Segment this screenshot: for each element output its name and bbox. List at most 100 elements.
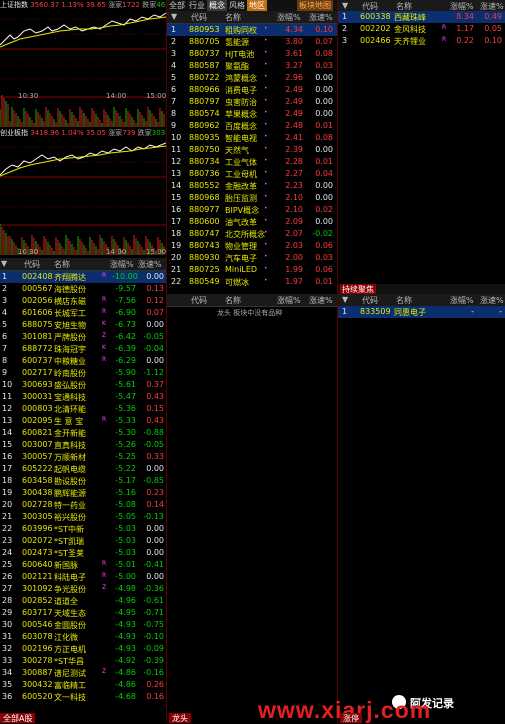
bottom-tab-leader[interactable]: 龙头 (169, 713, 191, 723)
table-row[interactable]: 18 880747 北交所概念 • 2.07 -0.02 (167, 228, 337, 240)
sector-col-code[interactable]: 代码 (191, 12, 207, 23)
table-row[interactable]: 4 601606 长城军工 R -6.90 0.07 (0, 307, 166, 319)
table-row[interactable]: 21 880725 MiniLED • 1.99 0.06 (167, 264, 337, 276)
leader-col-name[interactable]: 名称 (225, 295, 241, 306)
focus-col-name[interactable]: 名称 (396, 295, 412, 306)
tab-all[interactable]: 全部 (167, 0, 187, 11)
table-row[interactable]: 7 880797 虫害防治 • 2.49 0.00 (167, 96, 337, 108)
divider-2[interactable] (337, 0, 338, 723)
table-row[interactable]: 15 003007 直真科技 -5.26 -0.05 (0, 439, 166, 451)
table-row[interactable]: 11 300031 宝通科技 -5.47 0.43 (0, 391, 166, 403)
sector-panel[interactable]: 全部 行业 概念 风格 地区 板块地图 ▼ 代码 名称 涨幅% 涨速% 1 880… (167, 0, 337, 294)
table-row[interactable]: 22 880549 可燃冰 • 1.97 0.01 (167, 276, 337, 288)
divider-1[interactable] (166, 0, 167, 723)
table-row[interactable]: 10 300693 盛弘股份 -5.61 0.37 (0, 379, 166, 391)
bottom-tab-limit-up[interactable]: 涨停 (340, 713, 362, 723)
table-row[interactable]: 22 603996 *ST中新 -5.03 0.00 (0, 523, 166, 535)
index-chart-2[interactable]: 创业板指 3418.96 1.04% 35.05 涨家739 跌家303 10:… (0, 128, 166, 256)
table-row[interactable]: 13 002095 生 意 宝 R -5.33 0.43 (0, 415, 166, 427)
col-speed[interactable]: 涨速% (138, 259, 162, 270)
col-code[interactable]: 代码 (24, 259, 40, 270)
table-row[interactable]: 3 002466 天齐锂业 R 0.22 0.10 (338, 35, 505, 47)
sector-col-name[interactable]: 名称 (225, 12, 241, 23)
table-row[interactable]: 9 002717 岭南股份 -5.90 -1.12 (0, 367, 166, 379)
table-row[interactable]: 12 000803 北清环能 -5.36 0.15 (0, 403, 166, 415)
table-row[interactable]: 11 880750 天然气 • 2.39 0.00 (167, 144, 337, 156)
table-row[interactable]: 1 600338 西藏珠峰 8.34 0.49 (338, 11, 505, 23)
tab-industry[interactable]: 行业 (187, 0, 207, 11)
table-row[interactable]: 21 300305 裕兴股份 -5.05 -0.13 (0, 511, 166, 523)
table-row[interactable]: 1 880953 租购同权 • 4.34 0.10 (167, 24, 337, 36)
tab-concept[interactable]: 概念 (207, 0, 227, 11)
table-row[interactable]: 5 880722 鸿蒙概念 • 2.96 0.00 (167, 72, 337, 84)
table-row[interactable]: 7 688772 珠海冠宇 K -6.39 -0.04 (0, 343, 166, 355)
table-row[interactable]: 34 300887 谱尼测试 Z -4.86 -0.16 (0, 667, 166, 679)
table-row[interactable]: 14 880552 金融改革 • 2.23 0.00 (167, 180, 337, 192)
table-row[interactable]: 13 880736 工业母机 • 2.27 0.04 (167, 168, 337, 180)
table-row[interactable]: 23 002072 *ST凯瑞 -5.03 0.00 (0, 535, 166, 547)
tab-sector-map[interactable]: 板块地图 (297, 0, 333, 11)
table-row[interactable]: 20 002728 特一药业 -5.08 0.14 (0, 499, 166, 511)
col-arrow: ▼ (1, 259, 8, 268)
table-row[interactable]: 31 603078 江化微 -4.93 -0.10 (0, 631, 166, 643)
focus-col-speed[interactable]: 涨速% (480, 295, 504, 306)
table-row[interactable]: 2 880705 氢能源 • 3.80 0.07 (167, 36, 337, 48)
table-row[interactable]: 6 301081 严牌股份 Z -6.42 -0.05 (0, 331, 166, 343)
sector-col-speed[interactable]: 涨速% (309, 12, 333, 23)
table-row[interactable]: 14 600821 金开新能 -5.30 -0.88 (0, 427, 166, 439)
focus-col-code[interactable]: 代码 (362, 295, 378, 306)
table-row[interactable]: 1 002408 齐翔腾达 R -10.00 0.00 (0, 271, 166, 283)
focus-col-pct[interactable]: 涨幅% (450, 295, 474, 306)
table-row[interactable]: 19 300438 鹏辉能源 -5.16 0.23 (0, 487, 166, 499)
decliner-list[interactable]: ▼ 代码 名称 涨幅% 涨速% 1 002408 齐翔腾达 R -10.00 0.00 2 0… (0, 258, 166, 713)
table-row[interactable]: 18 603458 勘设股份 -5.17 -0.85 (0, 475, 166, 487)
table-row[interactable]: 10 880935 智能电视 • 2.41 0.08 (167, 132, 337, 144)
table-row[interactable]: 8 600737 中粮糖业 R -6.29 0.00 (0, 355, 166, 367)
table-row[interactable]: 32 002196 方正电机 -4.93 -0.09 (0, 643, 166, 655)
table-row[interactable]: 27 301092 争光股份 Z -4.98 -0.36 (0, 583, 166, 595)
table-row[interactable]: 17 605222 起帆电缆 -5.22 0.00 (0, 463, 166, 475)
table-row[interactable]: 1 833509 同惠电子 - - (338, 306, 505, 318)
table-row[interactable]: 33 300278 *ST华昌 -4.92 -0.39 (0, 655, 166, 667)
sector-name: 物业管理 (225, 242, 257, 251)
table-row[interactable]: 36 600520 文一科技 -4.68 0.16 (0, 691, 166, 703)
leader-panel[interactable]: 代码 名称 涨幅% 涨速% 龙头 板块中没有品种 (167, 294, 337, 713)
focus-panel[interactable]: 持续聚焦 ▼ 代码 名称 涨幅% 涨速% 1 833509 同惠电子 - - (338, 284, 505, 713)
table-row[interactable]: 20 880930 汽车电子 • 2.00 0.03 (167, 252, 337, 264)
col-pct[interactable]: 涨幅% (110, 259, 134, 270)
stock-name: 同惠电子 (394, 308, 426, 317)
tab-region[interactable]: 地区 (247, 0, 267, 11)
leader-col-pct[interactable]: 涨幅% (277, 295, 301, 306)
table-row[interactable]: 16 880977 BIPV概念 • 2.10 0.02 (167, 204, 337, 216)
table-row[interactable]: 26 002121 科陆电子 R -5.00 0.00 (0, 571, 166, 583)
table-row[interactable]: 8 880574 苹果概念 • 2.49 0.00 (167, 108, 337, 120)
table-row[interactable]: 2 002202 金风科技 R 1.17 0.05 (338, 23, 505, 35)
leader-col-speed[interactable]: 涨速% (309, 295, 333, 306)
table-row[interactable]: 5 688075 安旭生物 K -6.73 0.00 (0, 319, 166, 331)
table-row[interactable]: 6 880966 消费电子 • 2.49 0.00 (167, 84, 337, 96)
table-row[interactable]: 16 300057 万顺新材 -5.25 0.33 (0, 451, 166, 463)
leader-col-code[interactable]: 代码 (191, 295, 207, 306)
hot-stocks-panel[interactable]: ▼ 代码 名称 涨幅% 涨速% 1 600338 西藏珠峰 8.34 0.49 2 0022… (338, 0, 505, 284)
table-row[interactable]: 28 002852 道道全 -4.96 -0.61 (0, 595, 166, 607)
sector-col-pct[interactable]: 涨幅% (277, 12, 301, 23)
table-row[interactable]: 30 000546 金圆股份 -4.93 -0.75 (0, 619, 166, 631)
table-row[interactable]: 35 300432 富临精工 -4.86 0.26 (0, 679, 166, 691)
table-row[interactable]: 25 600640 新国脉 R -5.01 -0.41 (0, 559, 166, 571)
table-row[interactable]: 29 603717 天域生态 -4.95 -0.71 (0, 607, 166, 619)
table-row[interactable]: 3 002056 横店东磁 R -7.56 0.12 (0, 295, 166, 307)
table-row[interactable]: 15 880968 胎压监测 • 2.10 0.00 (167, 192, 337, 204)
table-row[interactable]: 3 880737 HJT电池 • 3.61 0.08 (167, 48, 337, 60)
table-row[interactable]: 24 002473 *ST圣莱 -5.03 0.00 (0, 547, 166, 559)
sector-name: MiniLED (225, 265, 258, 274)
table-row[interactable]: 2 000567 海德股份 -9.57 0.13 (0, 283, 166, 295)
table-row[interactable]: 19 880743 物业管理 • 2.03 0.06 (167, 240, 337, 252)
table-row[interactable]: 9 880962 百度概念 • 2.48 0.01 (167, 120, 337, 132)
index-chart-1[interactable]: 上证指数 3560.37 1.13% 39.65 涨家1722 跌家465 10… (0, 0, 166, 128)
col-name[interactable]: 名称 (54, 259, 70, 270)
tab-style[interactable]: 风格 (227, 0, 247, 11)
table-row[interactable]: 12 880734 工业气体 • 2.28 0.01 (167, 156, 337, 168)
table-row[interactable]: 4 880587 聚氨酯 • 3.27 0.03 (167, 60, 337, 72)
table-row[interactable]: 17 880600 油气改革 • 2.09 0.00 (167, 216, 337, 228)
bottom-tab-all-a[interactable]: 全部A股 (0, 713, 36, 723)
